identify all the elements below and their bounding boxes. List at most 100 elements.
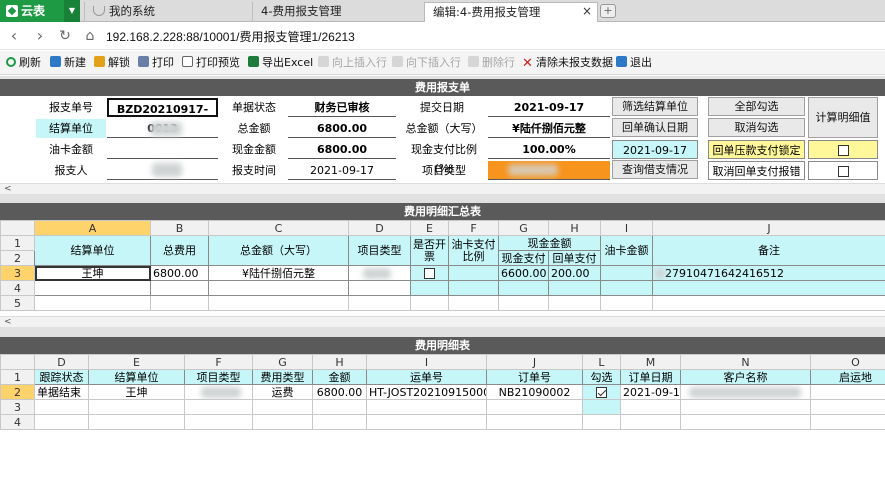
col-header[interactable]: E (88, 354, 185, 370)
table-cell[interactable] (448, 295, 499, 311)
row-header[interactable]: 2 (0, 384, 35, 400)
table-cell[interactable] (410, 295, 449, 311)
table-cell[interactable] (312, 414, 367, 430)
insert-below-button[interactable]: 向下插入行 (392, 55, 461, 71)
app-brand[interactable]: 云表 (0, 0, 64, 22)
col-header[interactable]: O (810, 354, 885, 370)
table-cell[interactable] (88, 414, 185, 430)
table-cell[interactable] (312, 399, 367, 415)
new-button[interactable]: 新建 (50, 55, 86, 71)
cell-settle-unit[interactable]: 王坤 (34, 265, 151, 281)
table-cell[interactable] (620, 399, 681, 415)
col-header[interactable]: H (548, 220, 601, 236)
calc-detail-button[interactable]: 计算明细值 (808, 97, 878, 138)
row-header[interactable]: 3 (0, 265, 35, 281)
cell-waybill-no[interactable]: HT-JOST202109150001 (366, 384, 487, 400)
cell-fuel-amount[interactable] (600, 265, 653, 281)
table-cell[interactable] (88, 399, 185, 415)
row-header[interactable]: 2 (0, 250, 35, 266)
export-excel-button[interactable]: 导出Excel (248, 55, 313, 71)
col-header[interactable]: L (582, 354, 621, 370)
row-header[interactable]: 5 (0, 295, 35, 311)
table-cell[interactable] (208, 295, 349, 311)
cell-total-fee[interactable]: 6800.00 (150, 265, 209, 281)
table-cell[interactable] (486, 399, 583, 415)
table-cell[interactable] (34, 280, 151, 296)
unselect-button[interactable]: 取消勾选 (708, 118, 805, 137)
row-header[interactable]: 3 (0, 399, 35, 415)
home-icon[interactable]: ⌂ (80, 26, 100, 46)
col-header[interactable]: A (34, 220, 151, 236)
col-header[interactable]: D (34, 354, 89, 370)
clear-unsubmitted-button[interactable]: ✕ 清除未报支数据 (522, 55, 613, 71)
select-all-button[interactable]: 全部勾选 (708, 97, 805, 116)
lock-return-pay-checkbox[interactable] (837, 145, 849, 156)
col-header[interactable]: F (184, 354, 253, 370)
table-cell[interactable] (582, 414, 621, 430)
col-header[interactable]: I (366, 354, 487, 370)
table-cell[interactable] (810, 399, 885, 415)
cell-origin[interactable] (810, 384, 885, 400)
table-cell[interactable] (348, 280, 411, 296)
invoice-checkbox[interactable] (424, 267, 435, 279)
cell-settle-unit[interactable]: 王坤 (88, 384, 185, 400)
tab-expense-management[interactable]: 4-费用报支管理 (252, 2, 420, 22)
exit-button[interactable]: 退出 (616, 55, 652, 71)
form-horizontal-scrollbar[interactable]: < (0, 183, 885, 194)
tab-my-system[interactable]: 我的系统 (84, 2, 252, 22)
tab-close-icon[interactable]: × (580, 4, 594, 18)
corner-cell[interactable] (0, 354, 35, 370)
return-confirm-date-value[interactable]: 2021-09-17 (612, 140, 698, 159)
cell-order-date[interactable]: 2021-09-15 (620, 384, 681, 400)
col-header[interactable]: E (410, 220, 449, 236)
reload-icon[interactable]: ↻ (55, 26, 75, 46)
return-confirm-date-button[interactable]: 回单确认日期 (612, 118, 698, 137)
cell-remark[interactable]: 27910471642416512 (652, 265, 885, 281)
table-cell[interactable] (600, 280, 653, 296)
col-header[interactable]: G (498, 220, 549, 236)
col-header[interactable]: C (208, 220, 349, 236)
col-header[interactable]: N (680, 354, 811, 370)
col-header[interactable]: M (620, 354, 681, 370)
tab-edit-expense-management[interactable]: 编辑:4-费用报支管理 (424, 2, 598, 23)
table-cell[interactable] (600, 295, 653, 311)
table-cell[interactable] (652, 295, 885, 311)
table-cell[interactable] (252, 399, 313, 415)
insert-above-button[interactable]: 向上插入行 (318, 55, 387, 71)
cell-order-no[interactable]: NB21090002 (486, 384, 583, 400)
col-header[interactable]: B (150, 220, 209, 236)
cancel-return-pay-checkbox[interactable] (837, 166, 849, 177)
row-header[interactable]: 1 (0, 235, 35, 251)
back-icon[interactable]: ‹ (4, 26, 24, 46)
cell-return-pay[interactable]: 200.00 (548, 265, 601, 281)
table-cell[interactable] (652, 280, 885, 296)
print-preview-button[interactable]: 打印预览 (182, 55, 240, 71)
cell-project-type[interactable] (184, 384, 253, 400)
table-cell[interactable] (498, 295, 549, 311)
filter-settle-unit-button[interactable]: 筛选结算单位 (612, 97, 698, 116)
cell-total-upper[interactable]: ¥陆仟捌佰元整 (208, 265, 349, 281)
table-cell[interactable] (620, 414, 681, 430)
table-cell[interactable] (448, 280, 499, 296)
table-cell[interactable] (680, 414, 811, 430)
table-cell[interactable] (548, 280, 601, 296)
col-header[interactable]: J (652, 220, 885, 236)
cell-fee-type[interactable]: 运费 (252, 384, 313, 400)
query-debt-button[interactable]: 查询借支情况 (612, 160, 698, 179)
col-header[interactable]: G (252, 354, 313, 370)
table-cell[interactable] (366, 414, 487, 430)
brand-dropdown-icon[interactable]: ▼ (64, 0, 80, 22)
cell-project-type[interactable] (348, 265, 411, 281)
table-cell[interactable] (810, 414, 885, 430)
print-button[interactable]: 打印 (138, 55, 174, 71)
corner-cell[interactable] (0, 220, 35, 236)
table-cell[interactable] (582, 399, 621, 415)
col-header[interactable]: J (486, 354, 583, 370)
table-cell[interactable] (366, 399, 487, 415)
table-cell[interactable] (184, 414, 253, 430)
row-check-checkbox[interactable] (596, 386, 607, 398)
table-cell[interactable] (150, 295, 209, 311)
row-header[interactable]: 4 (0, 280, 35, 296)
table-cell[interactable] (252, 414, 313, 430)
cell-amount[interactable]: 6800.00 (312, 384, 367, 400)
